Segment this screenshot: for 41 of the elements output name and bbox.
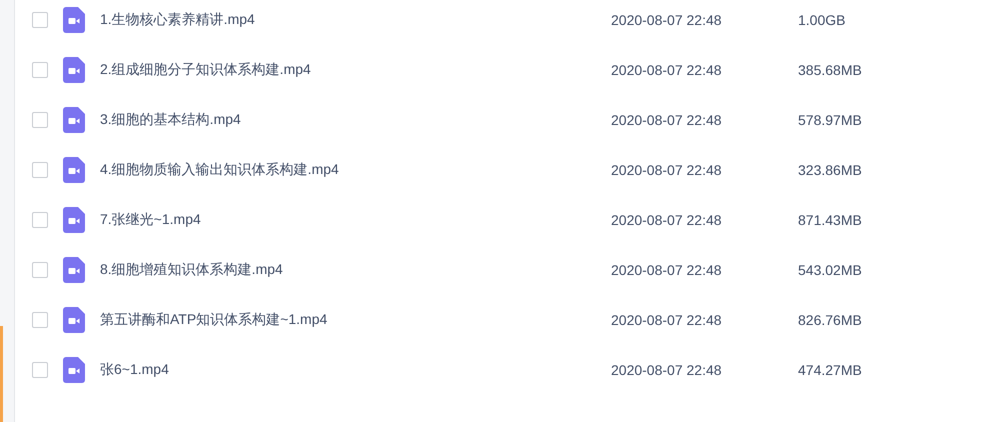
file-size: 385.68MB	[798, 62, 862, 78]
checkbox[interactable]	[32, 12, 48, 28]
modified-date: 2020-08-07 22:48	[611, 12, 723, 28]
file-size: 578.97MB	[798, 112, 862, 128]
checkbox[interactable]	[32, 362, 48, 378]
file-size: 1.00GB	[798, 12, 846, 28]
modified-date: 2020-08-07 22:48	[611, 162, 723, 178]
modified-date: 2020-08-07 22:48	[611, 362, 723, 378]
checkbox[interactable]	[32, 212, 48, 228]
file-name[interactable]: 第五讲酶和ATP知识体系构建~1.mp4	[100, 311, 611, 329]
file-name[interactable]: 张6~1.mp4	[100, 361, 611, 379]
checkbox[interactable]	[32, 262, 48, 278]
video-file-icon	[63, 107, 85, 133]
video-file-icon	[63, 207, 85, 233]
checkbox[interactable]	[32, 162, 48, 178]
file-size: 474.27MB	[798, 362, 862, 378]
modified-date: 2020-08-07 22:48	[611, 112, 723, 128]
checkbox[interactable]	[32, 312, 48, 328]
modified-date: 2020-08-07 22:48	[611, 62, 723, 78]
modified-date: 2020-08-07 22:48	[611, 312, 723, 328]
video-file-icon	[63, 7, 85, 33]
modified-date: 2020-08-07 22:48	[611, 262, 723, 278]
file-name[interactable]: 7.张继光~1.mp4	[100, 211, 611, 229]
file-name[interactable]: 2.组成细胞分子知识体系构建.mp4	[100, 61, 611, 79]
checkbox[interactable]	[32, 112, 48, 128]
video-file-icon	[63, 307, 85, 333]
video-file-icon	[63, 157, 85, 183]
video-file-icon	[63, 257, 85, 283]
checkbox[interactable]	[32, 62, 48, 78]
file-size: 826.76MB	[798, 312, 862, 328]
modified-date: 2020-08-07 22:48	[611, 212, 723, 228]
file-size: 323.86MB	[798, 162, 862, 178]
scrollbar-thumb[interactable]	[0, 326, 3, 422]
video-file-icon	[63, 357, 85, 383]
file-size: 543.02MB	[798, 262, 862, 278]
video-file-icon	[63, 57, 85, 83]
file-name[interactable]: 4.细胞物质输入输出知识体系构建.mp4	[100, 161, 611, 179]
file-size: 871.43MB	[798, 212, 862, 228]
file-name[interactable]: 1.生物核心素养精讲.mp4	[100, 11, 611, 29]
file-name[interactable]: 3.细胞的基本结构.mp4	[100, 111, 611, 129]
file-name[interactable]: 8.细胞增殖知识体系构建.mp4	[100, 261, 611, 279]
